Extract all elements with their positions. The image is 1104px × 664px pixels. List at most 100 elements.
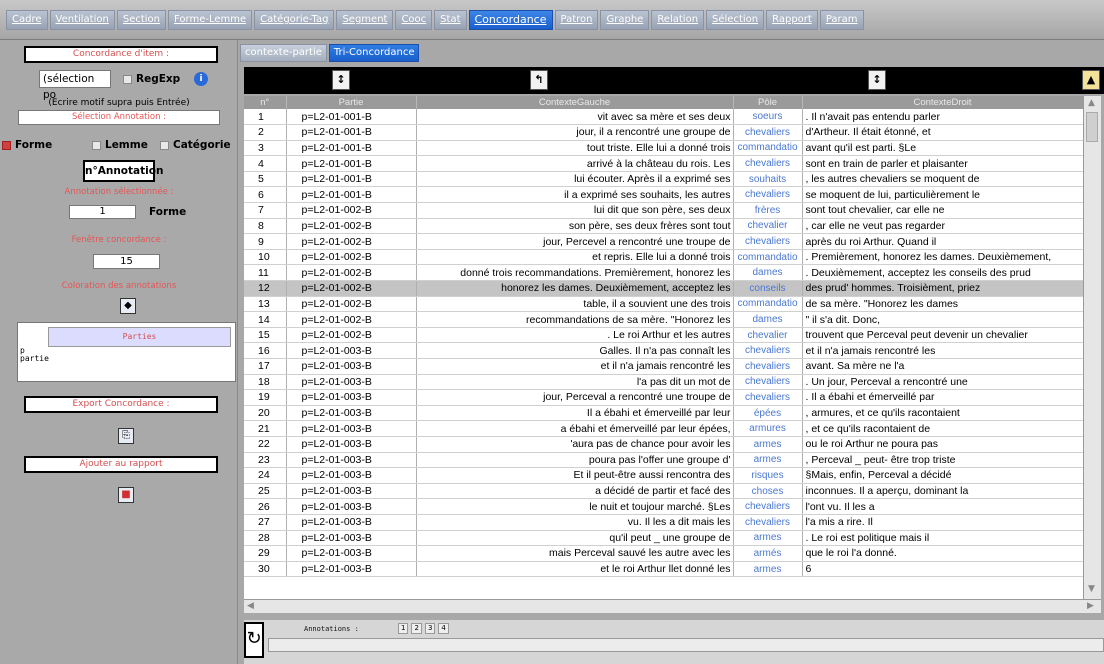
contexte-droit-cell: . Il a ébahi et émerveillé par	[802, 389, 1083, 406]
annotation-button[interactable]: 3	[424, 623, 436, 634]
scroll-down-icon[interactable]: ▼	[1088, 584, 1095, 594]
scroll-left-icon[interactable]: ◀	[247, 601, 254, 611]
tab-forme-lemme[interactable]: Forme-Lemme	[168, 10, 253, 30]
scroll-up-icon[interactable]: ▲	[1088, 98, 1095, 108]
add-report-icon[interactable]: ■	[118, 487, 134, 503]
table-row[interactable]: 23 p=L2-01-003-B poura pas l'offer une gro…	[244, 452, 1083, 469]
table-row[interactable]: 16 p=L2-01-003-B Galles. Il n'a pas connaî…	[244, 342, 1083, 359]
table-row[interactable]: 14 p=L2-01-002-B recommandations de sa mèr…	[244, 311, 1083, 328]
annotation-button[interactable]: 2	[411, 623, 422, 634]
tab-categorie-tag[interactable]: Catégorie-Tag	[254, 10, 335, 30]
categorie-radio[interactable]: Catégorie	[160, 139, 231, 151]
pole-cell: commandatio	[733, 140, 803, 157]
table-row[interactable]: 2 p=L2-01-001-B jour, il a rencontré une g…	[244, 124, 1083, 141]
annotation-button[interactable]: 1	[398, 623, 409, 634]
column-header[interactable]: n°	[244, 96, 287, 109]
tab-graphe[interactable]: Graphe	[600, 10, 650, 30]
contexte-droit-cell: " il s'a dit. Donc,	[802, 311, 1083, 328]
table-row[interactable]: 3 p=L2-01-001-B tout triste. Elle lui a do…	[244, 140, 1083, 157]
tab-segment[interactable]: Segment	[336, 10, 394, 30]
table-row[interactable]: 15 p=L2-01-002-B. Le roi Arthur et les au…	[244, 327, 1083, 344]
forme-radio[interactable]: Forme	[2, 139, 52, 151]
nannotation-button[interactable]: n°Annotation	[83, 160, 163, 182]
row-number: 8	[244, 218, 287, 235]
sort-partie-icon[interactable]: ↕	[332, 70, 350, 90]
parties-row[interactable]: partie	[18, 355, 235, 363]
regexp-checkbox[interactable]: RegExp	[123, 73, 180, 85]
image-export-icon[interactable]: ▲	[1082, 70, 1100, 90]
table-row[interactable]: 12 p=L2-01-002-B honorez les dames. Deuxiè…	[244, 280, 1083, 297]
contexte-gauche-cell: recommandations de sa mère. "Honorez les	[416, 311, 734, 328]
tab-cooc[interactable]: Cooc	[395, 10, 433, 30]
parties-list[interactable]: Parties p partie	[17, 322, 236, 382]
table-row[interactable]: 8 p=L2-01-002-B son père, ses deux frères …	[244, 218, 1083, 235]
table-row[interactable]: 22 p=L2-01-003-B'aura pas de chance pour …	[244, 436, 1083, 453]
table-row[interactable]: 30 p=L2-01-003-B et le roi Arthur llet don…	[244, 561, 1083, 578]
table-row[interactable]: 5 p=L2-01-001-B lui écouter. Après il a ex…	[244, 171, 1083, 188]
table-row[interactable]: 17 p=L2-01-003-B et il n'a jamais rencontr…	[244, 358, 1083, 375]
table-row[interactable]: 7 p=L2-01-002-B lui dit que son père, ses …	[244, 202, 1083, 219]
partie-cell: p=L2-01-003-B	[286, 530, 417, 547]
contexte-droit-cell: avant. Sa mère ne l'a	[802, 358, 1083, 375]
checkbox-icon	[160, 140, 169, 150]
horizontal-scrollbar[interactable]: ◀ ▶	[244, 599, 1101, 613]
sort-droit-icon[interactable]: ↕	[868, 70, 886, 90]
column-header[interactable]: ContexteDroit	[802, 96, 1083, 109]
tab-section[interactable]: Section	[116, 10, 166, 30]
table-row[interactable]: 18 p=L2-01-003-B l'a pas dit un mot de chev…	[244, 374, 1083, 391]
table-row[interactable]: 6 p=L2-01-001-B il a exprimé ses souhaits,…	[244, 186, 1083, 204]
search-input[interactable]: (sélection po	[39, 70, 111, 101]
table-row[interactable]: 4 p=L2-01-001-B arrivé à la château du roi…	[244, 155, 1083, 172]
tab-patron[interactable]: Patron	[554, 10, 599, 30]
table-row[interactable]: 26 p=L2-01-003-B le nuit et toujour marché…	[244, 498, 1083, 515]
tab-stat[interactable]: Stat	[434, 10, 467, 30]
export-icon[interactable]: ⎘	[118, 428, 134, 444]
table-row[interactable]: 11 p=L2-01-002-B donné trois recommandatio…	[244, 264, 1083, 282]
table-row[interactable]: 27 p=L2-01-003-B vu. Il les a dit mais les…	[244, 514, 1083, 531]
scroll-right-icon[interactable]: ▶	[1087, 601, 1094, 611]
pole-cell: chevalier	[733, 218, 803, 235]
tab-param[interactable]: Param	[819, 10, 864, 30]
tab-selection[interactable]: Sélection	[706, 10, 765, 30]
partie-cell: p=L2-01-002-B	[286, 327, 417, 344]
table-row[interactable]: 20 p=L2-01-003-B Il a ébahi et émerveillé …	[244, 405, 1083, 422]
rapport-label: Ajouter au rapport	[79, 459, 163, 469]
table-row[interactable]: 29 p=L2-01-003-B mais Perceval sauvé les a…	[244, 545, 1083, 562]
tab-relation[interactable]: Relation	[651, 10, 705, 30]
tab-cadre[interactable]: Cadre	[6, 10, 48, 30]
column-header[interactable]: ContexteGauche	[416, 96, 734, 109]
row-number: 27	[244, 514, 287, 531]
table-row[interactable]: 10 p=L2-01-002-B et repris. Elle lui a don…	[244, 249, 1083, 266]
subtab-tri-concordance[interactable]: Tri-Concordance	[328, 44, 420, 62]
tab-rapport[interactable]: Rapport	[766, 10, 818, 30]
tab-concordance[interactable]: Concordance	[468, 10, 553, 30]
annotation-button[interactable]: 4	[438, 623, 449, 634]
contexte-gauche-cell: vit avec sa mère et ses deux	[416, 109, 734, 126]
column-header[interactable]: Pôle	[733, 96, 803, 109]
scroll-thumb[interactable]	[1086, 112, 1098, 142]
refresh-icon[interactable]: ↻	[244, 622, 264, 658]
table-row[interactable]: 21 p=L2-01-003-B a ébahi et émerveillé par…	[244, 420, 1083, 437]
table-row[interactable]: 24 p=L2-01-003-B Et il peut-être aussi ren…	[244, 467, 1083, 484]
bottom-scrollbar[interactable]	[268, 638, 1104, 652]
contexte-droit-cell: avant qu'il est parti. §Le	[802, 140, 1083, 157]
column-header[interactable]: Partie	[286, 96, 417, 109]
table-row[interactable]: 25 p=L2-01-003-B a décidé de partir et fac…	[244, 483, 1083, 500]
partie-cell: p=L2-01-003-B	[286, 452, 417, 469]
pole-cell: armes	[733, 530, 803, 547]
lemme-radio[interactable]: Lemme	[92, 139, 148, 151]
table-row[interactable]: 19 p=L2-01-003-B jour, Perceval a rencontr…	[244, 389, 1083, 406]
info-icon[interactable]: i	[194, 72, 208, 86]
table-row[interactable]: 28 p=L2-01-003-B qu'il peut _ une groupe d…	[244, 530, 1083, 547]
table-row[interactable]: 9 p=L2-01-002-B jour, Percevel a rencontré…	[244, 233, 1083, 250]
palette-icon[interactable]: ◆	[120, 298, 136, 314]
annotation-value-field[interactable]: 1	[69, 205, 136, 219]
table-row[interactable]: 13 p=L2-01-002-B table, il a souvient une …	[244, 296, 1083, 313]
tab-ventilation[interactable]: Ventilation	[49, 10, 115, 30]
parties-row[interactable]: p	[18, 347, 235, 355]
window-value-field[interactable]: 15	[93, 254, 160, 269]
subtab-contexte-partie[interactable]: contexte-partie	[240, 44, 327, 62]
table-row[interactable]: 1 p=L2-01-001-B vit avec sa mère et ses de…	[244, 109, 1083, 126]
sort-gauche-icon[interactable]: ↰	[530, 70, 548, 90]
vertical-scrollbar[interactable]: ▲ ▼	[1083, 96, 1101, 599]
